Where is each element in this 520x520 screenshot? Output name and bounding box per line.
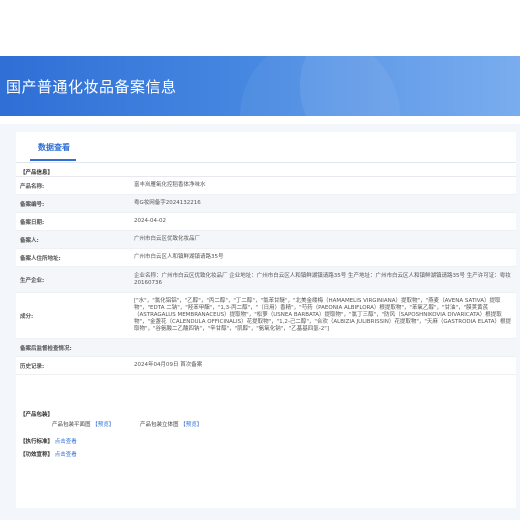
- package-heading: 【产品包装】: [20, 412, 54, 418]
- detail-card: 数据查看 【产品信息】 产品名称: 富丰岚雁氧化控稻香体净味水 备案编号: 粤G…: [16, 132, 516, 508]
- row-label: 备案后监督检查情况:: [16, 338, 128, 357]
- product-info-table: 产品名称: 富丰岚雁氧化控稻香体净味水 备案编号: 粤G妆网备字20241322…: [16, 176, 516, 375]
- tab-bar: 数据查看: [16, 132, 516, 163]
- row-label: 产品名称:: [16, 176, 128, 195]
- package-solid-preview-link[interactable]: 【预览】: [180, 422, 202, 428]
- row-value: ["水"，"氯化铝铝"，"乙醇"，"丙二醇"，"丁二醇"，"氯苯甘醚"，"北美金…: [128, 292, 516, 339]
- row-label: 成分:: [16, 292, 128, 339]
- table-row: 生产企业: 企业名称：广州市白云区优致化妆品厂 企业地址：广州市白云区人和镇鲜湖…: [16, 266, 516, 293]
- active-tab-indicator: [30, 159, 76, 161]
- claim-heading: 【功效宣称】: [20, 452, 54, 458]
- standard-section: 【执行标准】 点击查看: [20, 437, 77, 445]
- row-label: 生产企业:: [16, 266, 128, 293]
- banner-decoration: [240, 56, 400, 116]
- package-solid: 产品包装立体图 【预览】: [140, 420, 202, 428]
- row-value: 粤G妆网备字2024132216: [128, 194, 516, 213]
- package-solid-label: 产品包装立体图: [140, 422, 179, 428]
- row-label: 备案日期:: [16, 212, 128, 231]
- row-label: 历史记录:: [16, 356, 128, 375]
- row-value: [128, 338, 516, 357]
- content-area: 数据查看 【产品信息】 产品名称: 富丰岚雁氧化控稻香体净味水 备案编号: 粤G…: [0, 124, 520, 520]
- row-value: 2024年04月09日 首次备案: [128, 356, 516, 375]
- row-value: 2024-04-02: [128, 212, 516, 231]
- table-row: 产品名称: 富丰岚雁氧化控稻香体净味水: [16, 176, 516, 195]
- package-plan-preview-link[interactable]: 【预览】: [92, 422, 114, 428]
- table-row: 备案后监督检查情况:: [16, 338, 516, 357]
- package-plan: 产品包装平面图 【预览】: [52, 420, 114, 428]
- row-value: 广州市白云区优致化妆品厂: [128, 230, 516, 249]
- standard-view-link[interactable]: 点击查看: [55, 439, 77, 445]
- table-row: 备案人: 广州市白云区优致化妆品厂: [16, 230, 516, 249]
- table-row: 历史记录: 2024年04月09日 首次备案: [16, 356, 516, 375]
- claim-section: 【功效宣称】 点击查看: [20, 450, 77, 458]
- table-row: 备案编号: 粤G妆网备字2024132216: [16, 194, 516, 213]
- page-banner: 国产普通化妆品备案信息: [0, 56, 520, 116]
- standard-heading: 【执行标准】: [20, 439, 54, 445]
- tab-data-view[interactable]: 数据查看: [38, 142, 70, 153]
- product-info-heading: 【产品信息】: [20, 170, 54, 176]
- row-value: 企业名称：广州市白云区优致化妆品厂 企业地址：广州市白云区人和镇鲜湖镇请路35号…: [128, 266, 516, 293]
- row-value: 广州市白云区人和镇鲜湖镇请路35号: [128, 248, 516, 267]
- row-label: 备案人:: [16, 230, 128, 249]
- table-row: 备案日期: 2024-04-02: [16, 212, 516, 231]
- row-value: 富丰岚雁氧化控稻香体净味水: [128, 176, 516, 195]
- claim-view-link[interactable]: 点击查看: [55, 452, 77, 458]
- row-label: 备案人住所地址:: [16, 248, 128, 267]
- page-title: 国产普通化妆品备案信息: [6, 78, 177, 96]
- table-row: 备案人住所地址: 广州市白云区人和镇鲜湖镇请路35号: [16, 248, 516, 267]
- package-plan-label: 产品包装平面图: [52, 422, 91, 428]
- table-row: 成分: ["水"，"氯化铝铝"，"乙醇"，"丙二醇"，"丁二醇"，"氯苯甘醚"，…: [16, 292, 516, 339]
- row-label: 备案编号:: [16, 194, 128, 213]
